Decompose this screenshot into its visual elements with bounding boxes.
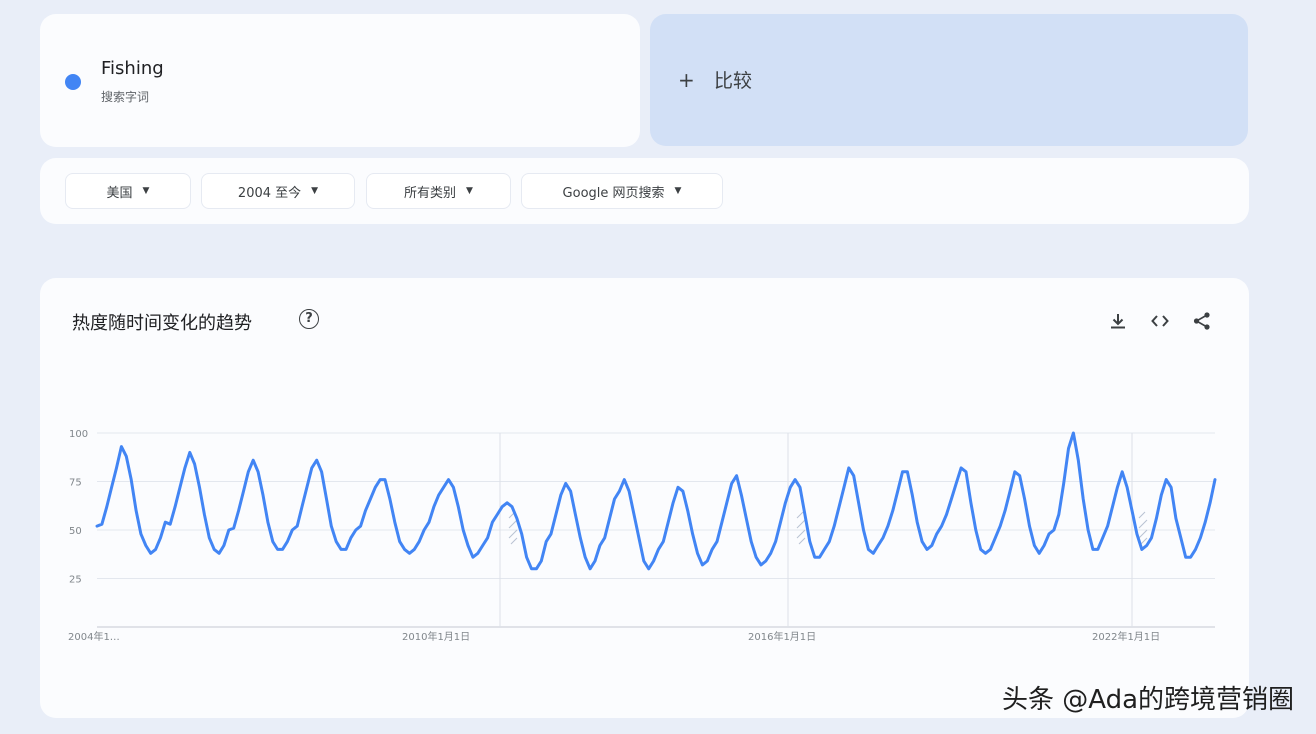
compare-button[interactable]: + 比较 — [650, 14, 1248, 146]
time-filter-dropdown[interactable]: 2004 至今 ▼ — [201, 173, 355, 209]
search-type-filter-label: Google 网页搜索 — [562, 185, 665, 201]
search-type-filter-dropdown[interactable]: Google 网页搜索 ▼ — [521, 173, 723, 209]
x-tick-label: 2022年1月1日 — [1092, 630, 1160, 643]
x-tick-label: 2016年1月1日 — [748, 630, 816, 643]
chevron-down-icon: ▼ — [142, 186, 150, 196]
x-tick-label: 2004年1… — [68, 630, 120, 643]
compare-label: 比较 — [714, 70, 753, 92]
filter-bar: 美国 ▼ 2004 至今 ▼ 所有类别 ▼ Google 网页搜索 ▼ — [40, 158, 1249, 224]
plus-icon: + — [678, 68, 695, 92]
search-term-name[interactable]: Fishing — [101, 58, 164, 79]
y-tick-label: 75 — [69, 478, 82, 489]
interest-over-time-card: 热度随时间变化的趋势 ? 100 75 50 25 2004年1… 2010年1月1日 20… — [40, 278, 1249, 718]
y-tick-label: 100 — [69, 429, 88, 440]
trend-line-chart: 100 75 50 25 2004年1… 2010年1月1日 2016年1月1日 2022年1… — [68, 429, 1217, 643]
search-term-type: 搜索字词 — [101, 90, 150, 104]
region-filter-label: 美国 — [106, 185, 133, 201]
search-term-card[interactable]: Fishing 搜索字词 — [40, 14, 640, 147]
series-line-fishing — [95, 431, 1217, 571]
time-filter-label: 2004 至今 — [237, 185, 302, 201]
watermark-text: 头条 @Ada的跨境营销圈 — [1001, 685, 1294, 715]
region-filter-dropdown[interactable]: 美国 ▼ — [65, 173, 191, 209]
partial-data-marker — [1138, 511, 1148, 545]
category-filter-dropdown[interactable]: 所有类别 ▼ — [366, 173, 511, 209]
category-filter-label: 所有类别 — [404, 185, 457, 201]
series-color-dot — [65, 74, 81, 90]
chevron-down-icon: ▼ — [311, 186, 319, 196]
chevron-down-icon: ▼ — [466, 186, 473, 196]
y-tick-label: 50 — [69, 526, 82, 537]
x-tick-label: 2010年1月1日 — [402, 630, 470, 643]
chevron-down-icon: ▼ — [674, 186, 682, 196]
y-tick-label: 25 — [69, 575, 82, 586]
